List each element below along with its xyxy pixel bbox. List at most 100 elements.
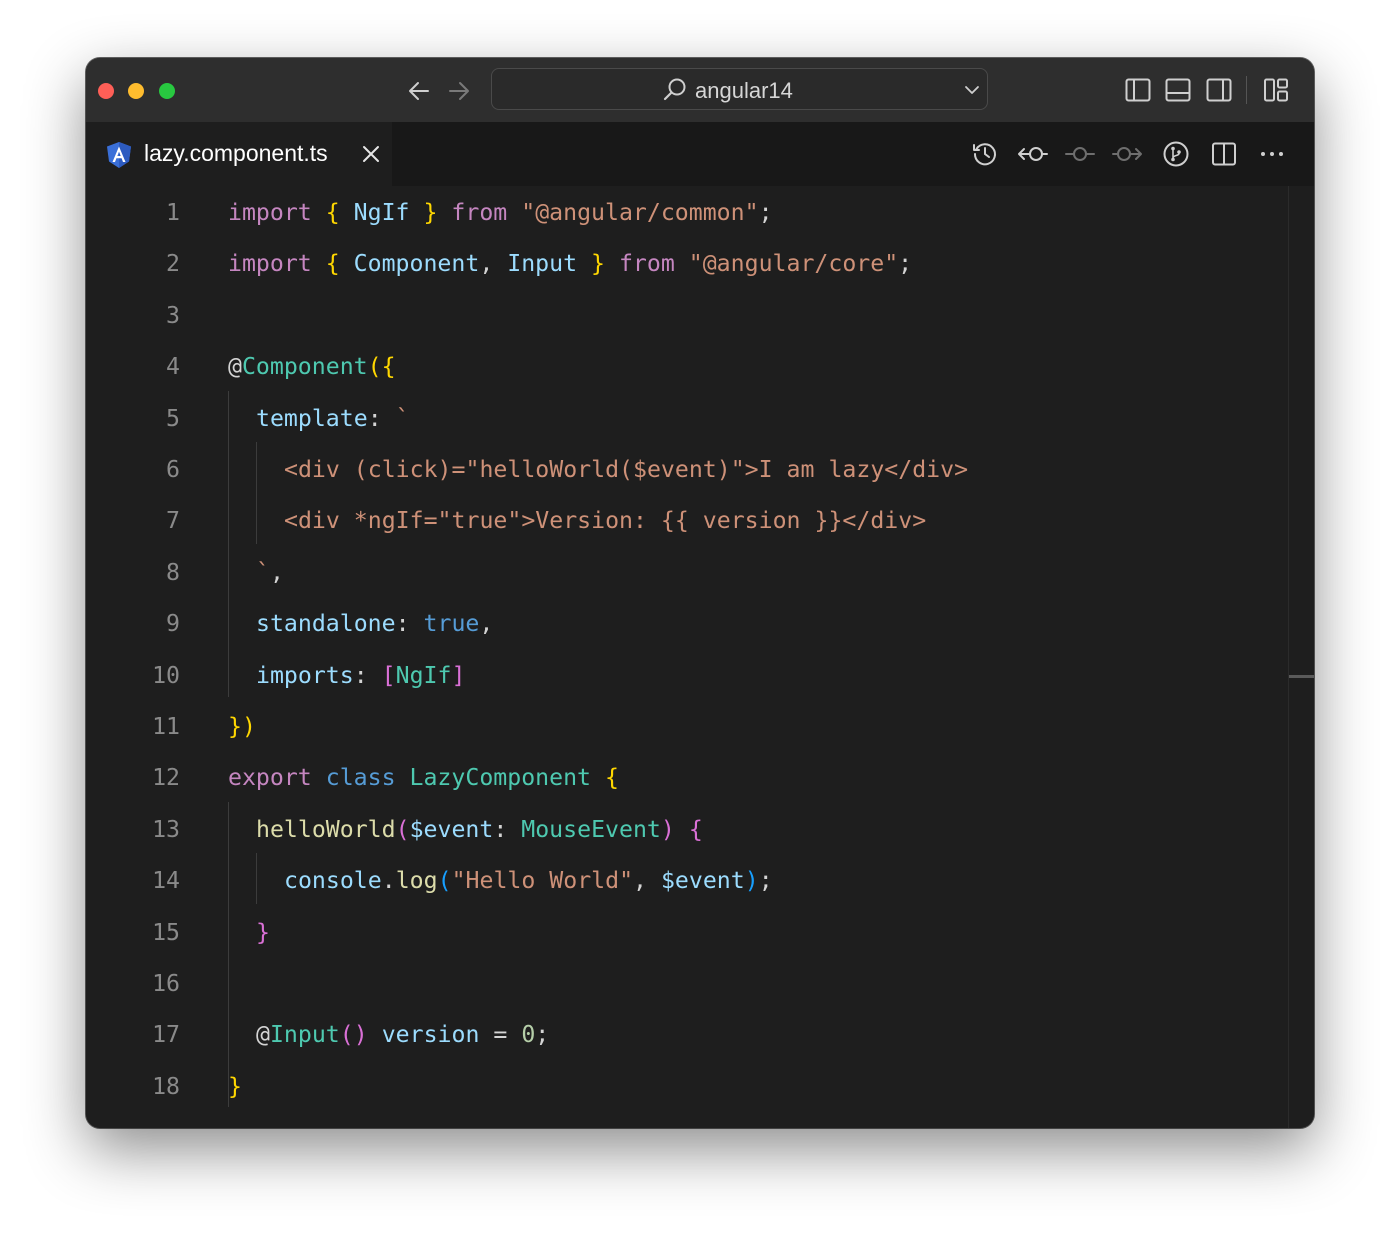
scrollbar-position-marker <box>1289 675 1314 678</box>
code-text: template: ` <box>256 393 410 444</box>
code-text: import { Component, Input } from "@angul… <box>228 238 912 289</box>
code-editor[interactable]: 1 import { NgIf } from "@angular/common";… <box>86 186 1314 1128</box>
line-number[interactable]: 5 <box>86 393 180 444</box>
code-token: : <box>367 404 396 432</box>
code-token: : <box>493 815 522 843</box>
code-line[interactable]: 4 @Component({ <box>86 341 1286 392</box>
arrow-right-icon <box>449 82 469 100</box>
source-control-button[interactable] <box>1160 138 1192 170</box>
line-number[interactable]: 8 <box>86 547 180 598</box>
line-number[interactable]: 17 <box>86 1009 180 1060</box>
split-editor-button[interactable] <box>1208 138 1240 170</box>
toggle-secondary-sidebar-button[interactable] <box>1204 75 1234 105</box>
code-token: , <box>479 610 494 638</box>
code-token: template <box>256 404 368 432</box>
zoom-window-button[interactable] <box>159 83 175 99</box>
open-next-change-button[interactable] <box>1112 138 1144 170</box>
line-number[interactable]: 2 <box>86 238 180 289</box>
code-token: { <box>325 250 340 278</box>
chevron-down-icon[interactable] <box>964 82 980 98</box>
code-token: @ <box>256 1021 270 1049</box>
code-line[interactable]: 17 @Input() version = 0; <box>86 1009 1286 1060</box>
line-number[interactable]: 4 <box>86 341 180 392</box>
code-token: ) <box>660 815 675 843</box>
go-back-button[interactable] <box>404 76 434 106</box>
code-token: [ <box>381 661 396 689</box>
code-line[interactable]: 14 console.log("Hello World", $event); <box>86 855 1286 906</box>
code-line[interactable]: 18} <box>86 1061 1286 1112</box>
line-number[interactable]: 6 <box>86 444 180 495</box>
line-number[interactable]: 16 <box>86 958 180 1009</box>
more-actions-button[interactable] <box>1256 138 1288 170</box>
code-text: imports: [NgIf] <box>256 650 465 701</box>
line-number[interactable]: 1 <box>86 187 180 238</box>
toggle-primary-sidebar-button[interactable] <box>1123 75 1153 105</box>
code-line[interactable]: 3 <box>86 290 1286 341</box>
code-line[interactable]: 12 export class LazyComponent { <box>86 752 1286 803</box>
minimize-window-button[interactable] <box>128 83 144 99</box>
code-line[interactable]: 16 <box>86 958 1286 1009</box>
code-text: import { NgIf } from "@angular/common"; <box>228 187 773 238</box>
code-line[interactable]: 6 <div (click)="helloWorld($event)">I am … <box>86 444 1286 495</box>
code-line[interactable]: 11}) <box>86 701 1286 752</box>
code-line[interactable]: 9 standalone: true, <box>86 598 1286 649</box>
line-number[interactable]: 13 <box>86 804 180 855</box>
line-number[interactable]: 10 <box>86 650 180 701</box>
code-token: <div (click)="helloWorld($event)">I am l… <box>284 456 969 483</box>
command-center-search[interactable]: angular14 <box>491 68 988 110</box>
toggle-panel-button[interactable] <box>1163 75 1193 105</box>
code-line[interactable]: 7 <div *ngIf="true">Version: {{ version }… <box>86 495 1286 546</box>
line-number[interactable]: 7 <box>86 495 180 546</box>
code-token: ` <box>256 558 270 586</box>
line-number[interactable]: 12 <box>86 752 180 803</box>
open-timeline-button[interactable] <box>969 138 1001 170</box>
code-token: NgIf <box>395 661 452 689</box>
code-line[interactable]: 5 template: ` <box>86 393 1286 444</box>
close-window-button[interactable] <box>98 83 114 99</box>
editor-window: angular14 lazy.component.ts 1 import {N… <box>86 58 1314 1128</box>
line-number[interactable]: 11 <box>86 701 180 752</box>
code-text: } <box>256 907 270 958</box>
code-token: Input <box>269 1021 340 1049</box>
close-icon[interactable] <box>361 144 381 164</box>
code-line[interactable]: 2 import { Component, Input } from "@angu… <box>86 238 1286 289</box>
code-token: { <box>604 764 619 792</box>
line-number[interactable]: 9 <box>86 598 180 649</box>
code-line[interactable]: 1 import { NgIf } from "@angular/common"; <box>86 187 1286 238</box>
code-token: LazyComponent <box>409 764 591 792</box>
title-bar: angular14 <box>86 58 1314 122</box>
customize-layout-button[interactable] <box>1261 75 1291 105</box>
code-token: ; <box>535 1021 550 1049</box>
code-token: 0 <box>521 1021 536 1049</box>
code-token: Component <box>353 250 480 278</box>
code-token: : <box>353 661 382 689</box>
code-token: export <box>228 764 312 792</box>
code-token: ( <box>339 1021 354 1049</box>
line-number[interactable]: 18 <box>86 1061 180 1112</box>
code-line[interactable]: 10 imports: [NgIf] <box>86 650 1286 701</box>
code-line[interactable]: 15} <box>86 907 1286 958</box>
code-token: ] <box>451 661 466 689</box>
code-token: NgIf <box>353 199 410 226</box>
go-forward-button[interactable] <box>444 76 474 106</box>
line-number[interactable]: 3 <box>86 290 180 341</box>
line-number[interactable]: 14 <box>86 855 180 906</box>
line-number[interactable]: 15 <box>86 907 180 958</box>
code-line[interactable]: 8 `, <box>86 547 1286 598</box>
code-token: ) <box>241 713 256 740</box>
vertical-scrollbar[interactable] <box>1288 186 1314 1128</box>
code-token: } <box>228 1072 242 1100</box>
open-previous-change-button[interactable] <box>1016 138 1048 170</box>
tab-lazy-component[interactable]: lazy.component.ts <box>86 122 392 186</box>
code-token: ; <box>758 199 773 226</box>
code-line[interactable]: 13 helloWorld($event: MouseEvent) { <box>86 804 1286 855</box>
code-token: { <box>688 815 703 843</box>
source-control-graph-icon <box>1163 141 1189 167</box>
current-change-button[interactable] <box>1064 138 1096 170</box>
